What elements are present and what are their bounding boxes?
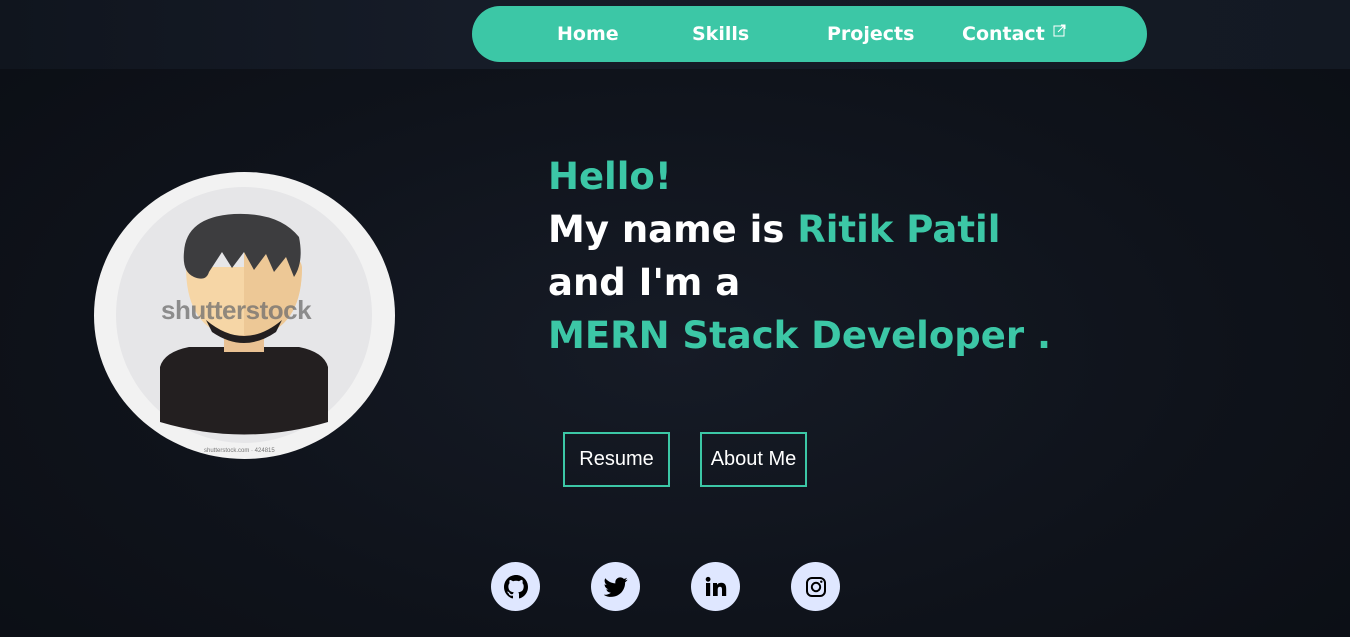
hero-name-prefix: My name is xyxy=(548,208,798,251)
navigation-bar: Home Skills Projects Contact xyxy=(472,6,1147,62)
nav-skills[interactable]: Skills xyxy=(692,23,749,45)
nav-home[interactable]: Home xyxy=(557,23,619,45)
avatar-credit: shutterstock.com · 424815 xyxy=(204,448,275,454)
nav-contact[interactable]: Contact xyxy=(962,23,1045,45)
hero-role: MERN Stack Developer . xyxy=(548,314,1052,357)
external-link-icon xyxy=(1053,24,1066,37)
hero-greeting: Hello! xyxy=(548,155,672,198)
instagram-link[interactable] xyxy=(791,562,840,611)
hero-role-prefix: and I'm a xyxy=(548,261,741,304)
profile-avatar: shutterstock shutterstock.com · 424815 xyxy=(94,172,395,459)
linkedin-link[interactable] xyxy=(691,562,740,611)
twitter-icon xyxy=(603,576,628,597)
linkedin-icon xyxy=(705,576,726,596)
nav-projects[interactable]: Projects xyxy=(827,23,914,45)
resume-button[interactable]: Resume xyxy=(563,432,670,487)
hero-name-line: My name is Ritik Patil xyxy=(548,203,1051,256)
github-link[interactable] xyxy=(491,562,540,611)
twitter-link[interactable] xyxy=(591,562,640,611)
hero-intro: Hello! My name is Ritik Patil and I'm a … xyxy=(548,150,1051,362)
hero-name: Ritik Patil xyxy=(797,208,1001,251)
about-me-button[interactable]: About Me xyxy=(700,432,807,487)
avatar-watermark: shutterstock xyxy=(161,295,312,325)
instagram-icon xyxy=(805,576,826,597)
github-icon xyxy=(503,574,528,598)
